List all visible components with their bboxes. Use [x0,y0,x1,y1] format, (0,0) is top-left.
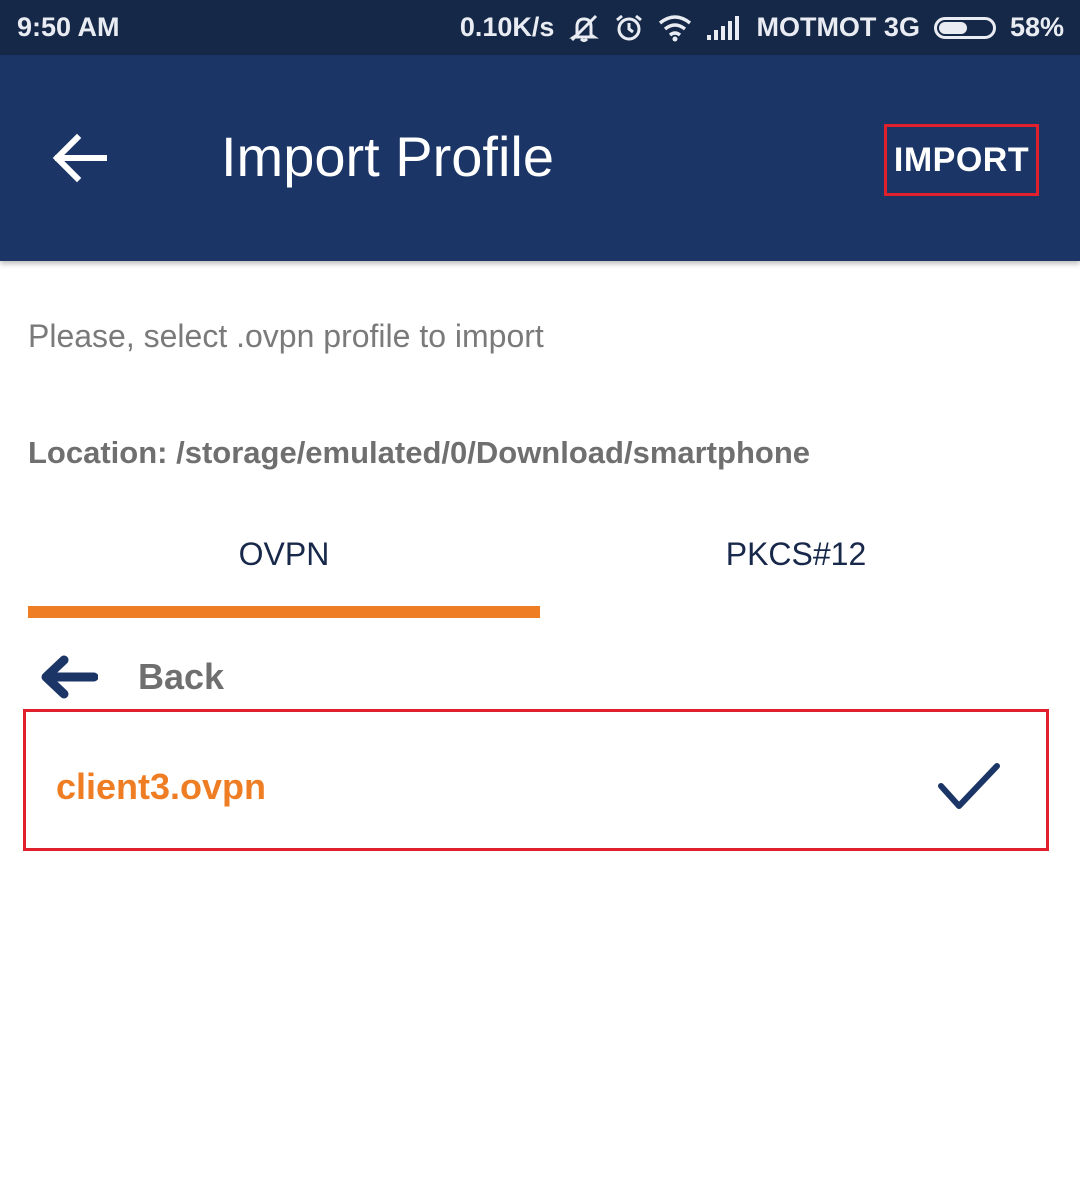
status-right-group: 0.10K/s MOTMOT 3G 58% [460,12,1064,43]
status-bar: 9:50 AM 0.10K/s MOTMOT 3G 58% [0,0,1080,55]
location-path: Location: /storage/emulated/0/Download/s… [28,435,810,470]
tab-pkcs12[interactable]: PKCS#12 [540,536,1052,573]
tab-ovpn[interactable]: OVPN [28,536,540,573]
file-list-item[interactable]: client3.ovpn [23,709,1049,851]
back-arrow-icon[interactable] [52,133,108,183]
file-name: client3.ovpn [56,766,267,807]
battery-percent: 58% [1009,12,1064,42]
wifi-icon [658,14,692,42]
app-bar: Import Profile IMPORT [0,55,1080,261]
checkmark-icon [937,762,1001,817]
battery-level [938,21,968,34]
back-arrow-icon [38,654,99,705]
net-speed: 0.10K/s [459,12,555,42]
battery-icon [933,16,996,39]
instruction-text: Please, select .ovpn profile to import [28,318,544,354]
page-title: Import Profile [221,125,554,188]
alarm-icon [614,13,644,43]
signal-icon [706,15,742,41]
import-button[interactable]: IMPORT [884,124,1039,196]
carrier-name: MOTMOT 3G [756,12,920,42]
back-row[interactable]: Back [0,640,1080,710]
tab-selected-indicator [28,606,540,618]
back-label: Back [138,656,225,697]
muted-bell-icon [568,13,600,43]
status-time: 9:50 AM [17,12,120,42]
